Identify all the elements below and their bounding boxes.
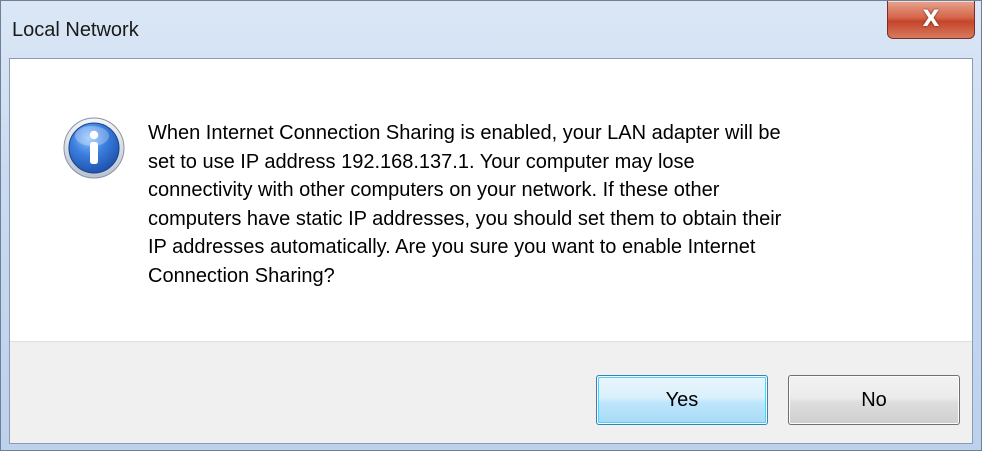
message-text: When Internet Connection Sharing is enab… bbox=[148, 122, 782, 287]
button-bar: Yes No bbox=[10, 341, 972, 443]
window-title: Local Network bbox=[12, 19, 139, 41]
no-button[interactable]: No bbox=[788, 375, 960, 425]
yes-button[interactable]: Yes bbox=[596, 375, 768, 425]
info-icon bbox=[63, 117, 125, 179]
dialog-window: Local Network X When Internet Connection… bbox=[0, 0, 982, 451]
close-icon: X bbox=[922, 6, 940, 32]
message-area: When Internet Connection Sharing is enab… bbox=[10, 59, 972, 341]
title-bar[interactable]: Local Network X bbox=[1, 1, 981, 59]
close-button[interactable]: X bbox=[887, 1, 975, 39]
dialog-body: When Internet Connection Sharing is enab… bbox=[9, 58, 973, 444]
